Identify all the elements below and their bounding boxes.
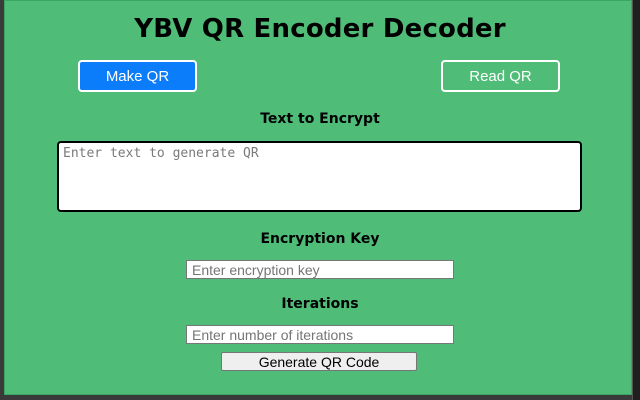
iterations-input[interactable] (186, 325, 454, 344)
scrollbar-track[interactable] (632, 0, 640, 400)
app-title: YBV QR Encoder Decoder (134, 14, 506, 44)
generate-qr-button[interactable]: Generate QR Code (221, 352, 417, 371)
encryption-key-label: Encryption Key (260, 231, 380, 247)
make-qr-button[interactable]: Make QR (78, 60, 197, 92)
encryption-key-input[interactable] (186, 260, 454, 279)
read-qr-button[interactable]: Read QR (441, 60, 560, 92)
text-to-encrypt-input[interactable] (57, 141, 582, 212)
iterations-label: Iterations (281, 296, 359, 312)
text-to-encrypt-label: Text to Encrypt (260, 111, 380, 127)
popup-frame: YBV QR Encoder Decoder Make QR Read QR T… (0, 0, 640, 400)
